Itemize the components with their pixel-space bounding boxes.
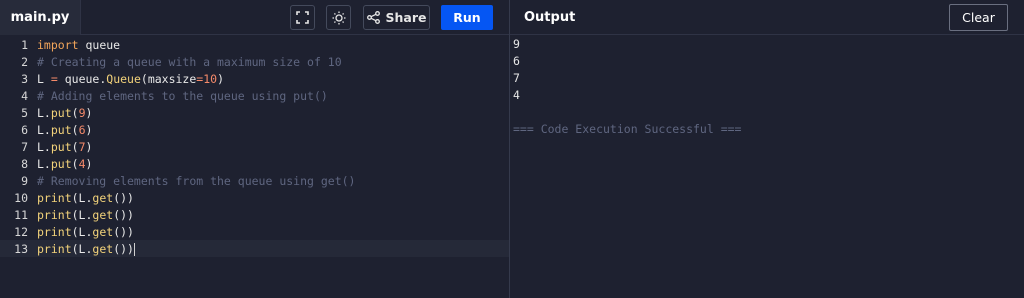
- output-line: 4: [513, 88, 520, 102]
- code-line-3[interactable]: 3 L = queue.Queue(maxsize=10): [0, 70, 509, 87]
- code-text: print(L.get()): [37, 241, 135, 256]
- code-text: L = queue.Queue(maxsize=10): [37, 71, 225, 86]
- code-line-10[interactable]: 10 print(L.get()): [0, 189, 509, 206]
- code-line-13-active[interactable]: 13 print(L.get()): [0, 240, 509, 257]
- line-number: 7: [21, 139, 28, 154]
- editor-header: main.py Share Run: [0, 0, 509, 35]
- output-header: Output Clear: [510, 0, 1024, 35]
- code-line-4[interactable]: 4 # Adding elements to the queue using p…: [0, 87, 509, 104]
- output-line: 6: [513, 54, 520, 68]
- line-number: 2: [21, 54, 28, 69]
- code-text: import queue: [37, 37, 121, 52]
- code-text: print(L.get()): [37, 207, 134, 222]
- line-number: 12: [14, 224, 28, 239]
- share-label: Share: [385, 10, 427, 25]
- sun-icon: [332, 11, 345, 24]
- code-text: print(L.get()): [37, 224, 134, 239]
- code-line-11[interactable]: 11 print(L.get()): [0, 206, 509, 223]
- line-number: 4: [21, 88, 28, 103]
- output-line: 9: [513, 37, 520, 51]
- line-number: 11: [14, 207, 28, 222]
- fullscreen-button[interactable]: [290, 5, 315, 30]
- code-line-5[interactable]: 5 L.put(9): [0, 104, 509, 121]
- line-number: 9: [21, 173, 28, 188]
- code-line-8[interactable]: 8 L.put(4): [0, 155, 509, 172]
- run-button[interactable]: Run: [441, 5, 493, 30]
- line-number: 6: [21, 122, 28, 137]
- execution-status-message: === Code Execution Successful ===: [513, 122, 742, 136]
- text-cursor: [133, 242, 135, 256]
- fullscreen-icon: [296, 11, 309, 24]
- code-line-9[interactable]: 9 # Removing elements from the queue usi…: [0, 172, 509, 189]
- code-line-2[interactable]: 2 # Creating a queue with a maximum size…: [0, 53, 509, 70]
- code-line-7[interactable]: 7 L.put(7): [0, 138, 509, 155]
- line-number: 8: [21, 156, 28, 171]
- code-line-1[interactable]: 1 import queue: [0, 36, 509, 53]
- line-number: 5: [21, 105, 28, 120]
- clear-button[interactable]: Clear: [949, 4, 1008, 31]
- line-number: 3: [21, 71, 28, 86]
- code-comment: # Removing elements from the queue using…: [37, 173, 356, 188]
- code-editor-pane: main.py Share Run 1 import queue 2 # Cre…: [0, 0, 509, 298]
- line-number: 13: [14, 241, 28, 256]
- code-text: print(L.get()): [37, 190, 134, 205]
- code-line-12[interactable]: 12 print(L.get()): [0, 223, 509, 240]
- code-text: L.put(9): [37, 105, 93, 120]
- share-button[interactable]: Share: [363, 5, 430, 30]
- line-number: 10: [14, 190, 28, 205]
- code-comment: # Creating a queue with a maximum size o…: [37, 54, 342, 69]
- output-pane: Output Clear 9 6 7 4 === Code Execution …: [510, 0, 1024, 298]
- output-title: Output: [524, 10, 576, 25]
- file-tab-main-py[interactable]: main.py: [0, 0, 81, 35]
- code-comment: # Adding elements to the queue using put…: [37, 88, 328, 103]
- theme-toggle-button[interactable]: [326, 5, 351, 30]
- share-icon: [366, 11, 380, 24]
- code-text: L.put(6): [37, 122, 93, 137]
- code-text: L.put(7): [37, 139, 93, 154]
- output-line: 7: [513, 71, 520, 85]
- code-line-6[interactable]: 6 L.put(6): [0, 121, 509, 138]
- line-number: 1: [21, 37, 28, 52]
- code-text: L.put(4): [37, 156, 93, 171]
- code-area[interactable]: 1 import queue 2 # Creating a queue with…: [0, 36, 509, 298]
